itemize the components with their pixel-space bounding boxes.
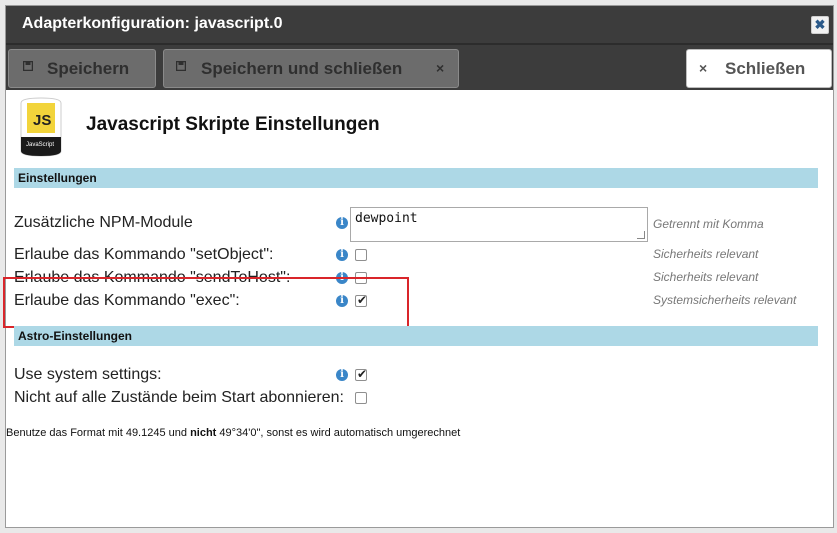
format-note-part2: 49°34'0", sonst es wird automatisch umge… — [216, 427, 461, 439]
save-icon — [175, 50, 187, 87]
npm-modules-value: dewpoint — [355, 211, 418, 226]
highlight-box — [3, 277, 409, 328]
dialog-title: Adapterkonfiguration: javascript.0 — [22, 15, 283, 32]
npm-modules-label: Zusätzliche NPM-Module — [14, 214, 193, 231]
no-subscribe-label: Nicht auf alle Zustände beim Start abonn… — [14, 389, 344, 406]
info-icon[interactable]: i — [336, 217, 348, 229]
section-astro: Astro-Einstellungen — [14, 326, 818, 346]
logo-caption: JavaScript — [26, 142, 55, 148]
setobject-hint: Sicherheits relevant — [653, 247, 759, 261]
logo-text: JS — [33, 112, 52, 129]
sendtohost-hint: Sicherheits relevant — [653, 270, 759, 284]
save-and-close-button[interactable]: Speichern und schließen × — [163, 49, 459, 88]
close-button-label: Schließen — [725, 59, 806, 78]
checkmark-icon: ✔ — [357, 367, 368, 381]
save-button-label: Speichern — [47, 59, 130, 78]
info-icon[interactable]: i — [336, 369, 348, 381]
use-system-settings-label: Use system settings: — [14, 366, 162, 383]
dialog-close-icon[interactable]: ✖ — [811, 16, 829, 34]
close-button[interactable]: × Schließen — [686, 49, 832, 88]
save-and-close-label: Speichern und schließen — [201, 59, 403, 78]
no-subscribe-checkbox[interactable] — [355, 392, 367, 404]
close-icon: × — [436, 60, 445, 76]
use-system-settings-checkbox[interactable]: ✔ — [355, 367, 368, 381]
page-title: Javascript Skripte Einstellungen — [86, 114, 380, 135]
setobject-label: Erlaube das Kommando "setObject": — [14, 246, 274, 263]
resize-handle-icon[interactable] — [637, 231, 645, 239]
setobject-checkbox[interactable] — [355, 249, 367, 261]
dialog-titlebar: Adapterkonfiguration: javascript.0 ✖ — [6, 6, 833, 43]
section-settings: Einstellungen — [14, 168, 818, 188]
npm-modules-hint: Getrennt mit Komma — [653, 217, 764, 231]
format-note-bold: nicht — [190, 427, 217, 439]
dialog-toolbar: Speichern Speichern und schließen × × Sc… — [6, 43, 833, 90]
javascript-logo: JS JavaScript — [19, 97, 63, 157]
save-button[interactable]: Speichern — [8, 49, 156, 88]
exec-hint: Systemsicherheits relevant — [653, 293, 797, 307]
close-icon: × — [699, 60, 708, 76]
info-icon[interactable]: i — [336, 249, 348, 261]
format-note-part1: Benutze das Format mit 49.1245 und — [6, 427, 191, 439]
adapter-config-dialog: Adapterkonfiguration: javascript.0 ✖ Spe… — [3, 5, 834, 528]
format-note: Benutze das Format mit 49.1245 und nicht… — [6, 427, 460, 439]
save-icon — [22, 50, 34, 87]
npm-modules-input[interactable]: dewpoint — [350, 207, 648, 242]
